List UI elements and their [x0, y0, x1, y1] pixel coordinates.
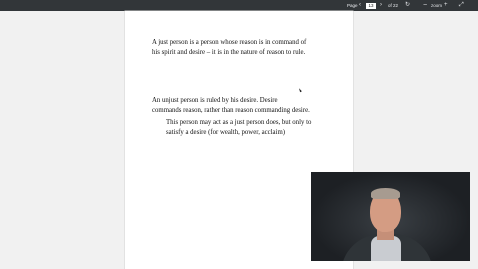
presenter-video[interactable]: [311, 172, 470, 261]
expand-icon[interactable]: ⤢: [459, 0, 464, 11]
zoom-label[interactable]: zoom: [431, 0, 442, 11]
paragraph-2-line-1: An unjust person is ruled by his desire.…: [152, 97, 278, 104]
page-label: Page: [347, 3, 358, 8]
paragraph-3-line-2: satisfy a desire (for wealth, power, acc…: [166, 129, 285, 136]
chevron-left-icon[interactable]: ‹: [359, 0, 361, 11]
plus-icon[interactable]: +: [444, 0, 448, 11]
paragraph-1-line-2: his spirit and desire – it is in the nat…: [152, 49, 306, 56]
page-count-label: of 22: [388, 3, 399, 8]
chevron-right-icon[interactable]: ›: [380, 0, 382, 11]
presenter-hair: [371, 188, 400, 199]
pdf-toolbar: Page ‹ › of 22 ↻ − zoom + ⤢: [0, 0, 478, 11]
paragraph-1-line-1: A just person is a person whose reason i…: [152, 39, 307, 46]
minus-icon[interactable]: −: [423, 0, 427, 11]
rotate-icon[interactable]: ↻: [405, 0, 410, 11]
paragraph-3-line-1: This person may act as a just person doe…: [166, 119, 312, 126]
page-number-input[interactable]: [366, 2, 376, 9]
paragraph-2-line-2: commands reason, rather than reason comm…: [152, 107, 310, 114]
